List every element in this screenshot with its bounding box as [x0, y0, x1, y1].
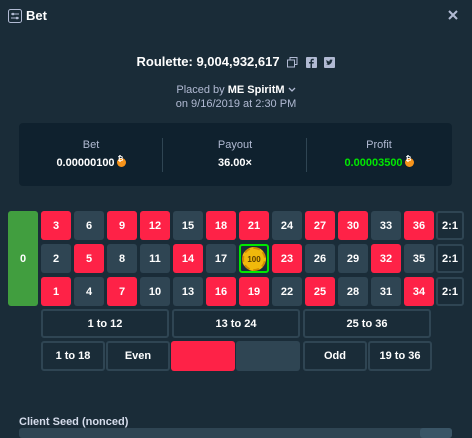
bet-19-to-36[interactable]: 19 to 36 — [368, 341, 432, 371]
number-32[interactable]: 32 — [371, 244, 401, 273]
chip: 100 — [242, 247, 266, 271]
number-34[interactable]: 34 — [404, 277, 434, 306]
number-11[interactable]: 11 — [140, 244, 170, 273]
number-19[interactable]: 19 — [239, 277, 269, 306]
number-1[interactable]: 1 — [41, 277, 71, 306]
client-seed-field[interactable] — [19, 428, 452, 438]
number-5[interactable]: 5 — [74, 244, 104, 273]
bet-odd[interactable]: Odd — [303, 341, 367, 371]
number-16[interactable]: 16 — [206, 277, 236, 306]
copy-icon[interactable] — [287, 57, 298, 68]
number-23[interactable]: 23 — [272, 244, 302, 273]
number-7[interactable]: 7 — [107, 277, 137, 306]
bet-red[interactable] — [171, 341, 235, 371]
number-25[interactable]: 25 — [305, 277, 335, 306]
user-link[interactable]: ME SpiritM — [228, 84, 285, 96]
bet-black[interactable] — [236, 341, 300, 371]
number-12[interactable]: 12 — [140, 211, 170, 240]
facebook-icon[interactable] — [305, 57, 317, 69]
stat-payout: Payout 36.00× — [163, 123, 307, 186]
number-6[interactable]: 6 — [74, 211, 104, 240]
number-17[interactable]: 17 — [206, 244, 236, 273]
bet-even[interactable]: Even — [106, 341, 170, 371]
column-bet-2to1[interactable]: 2:1 — [436, 244, 464, 273]
payout-label: Payout — [217, 139, 253, 151]
number-0[interactable]: 0 — [8, 211, 38, 306]
number-35[interactable]: 35 — [404, 244, 434, 273]
number-31[interactable]: 31 — [371, 277, 401, 306]
number-3[interactable]: 3 — [41, 211, 71, 240]
stat-profit: Profit 0.00003500 — [307, 123, 451, 186]
profit-label: Profit — [366, 139, 392, 151]
close-icon[interactable] — [444, 6, 462, 24]
number-26[interactable]: 26 — [305, 244, 335, 273]
number-36[interactable]: 36 — [404, 211, 434, 240]
dozen-bet[interactable]: 25 to 36 — [303, 309, 431, 338]
number-15[interactable]: 15 — [173, 211, 203, 240]
number-30[interactable]: 30 — [338, 211, 368, 240]
number-2[interactable]: 2 — [41, 244, 71, 273]
payout-value: 36.00× — [218, 157, 252, 169]
stat-bet: Bet 0.00000100 — [19, 123, 163, 186]
bet-1-to-18[interactable]: 1 to 18 — [41, 341, 105, 371]
number-9[interactable]: 9 — [107, 211, 137, 240]
stats-panel: Bet 0.00000100 Payout 36.00× Profit 0.00… — [19, 123, 452, 186]
modal-title: Bet — [26, 8, 47, 23]
chevron-down-icon[interactable] — [288, 87, 296, 93]
placed-by: Placed by ME SpiritM — [0, 84, 472, 96]
number-8[interactable]: 8 — [107, 244, 137, 273]
number-13[interactable]: 13 — [173, 277, 203, 306]
number-22[interactable]: 22 — [272, 277, 302, 306]
twitter-icon[interactable] — [324, 57, 336, 69]
bet-slip-icon — [8, 9, 22, 23]
number-4[interactable]: 4 — [74, 277, 104, 306]
number-27[interactable]: 27 — [305, 211, 335, 240]
dozen-bet[interactable]: 1 to 12 — [41, 309, 169, 338]
number-18[interactable]: 18 — [206, 211, 236, 240]
number-21[interactable]: 21 — [239, 211, 269, 240]
btc-icon — [404, 156, 414, 167]
placed-by-prefix: Placed by — [176, 84, 228, 96]
number-28[interactable]: 28 — [338, 277, 368, 306]
dozen-bet[interactable]: 13 to 24 — [172, 309, 300, 338]
number-24[interactable]: 24 — [272, 211, 302, 240]
btc-icon — [116, 156, 126, 167]
bet-amount: 0.00000100 — [19, 156, 163, 169]
client-seed-label: Client Seed (nonced) — [19, 416, 129, 428]
number-10[interactable]: 10 — [140, 277, 170, 306]
copy-button[interactable] — [420, 428, 452, 438]
column-bet-2to1[interactable]: 2:1 — [436, 211, 464, 240]
column-bet-2to1[interactable]: 2:1 — [436, 277, 464, 306]
profit-amount: 0.00003500 — [307, 156, 451, 169]
bet-label: Bet — [82, 139, 100, 151]
bet-title-row: Roulette: 9,004,932,617 — [0, 54, 472, 69]
number-33[interactable]: 33 — [371, 211, 401, 240]
number-29[interactable]: 29 — [338, 244, 368, 273]
modal-header: Bet — [0, 0, 472, 32]
bet-title: Roulette: 9,004,932,617 — [136, 54, 280, 69]
bet-date: on 9/16/2019 at 2:30 PM — [175, 98, 297, 110]
number-14[interactable]: 14 — [173, 244, 203, 273]
